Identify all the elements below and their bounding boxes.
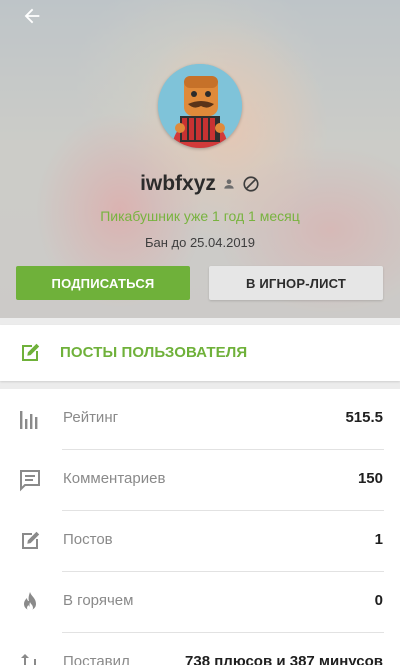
ban-status: Бан до 25.04.2019 [144,235,256,250]
block-icon [242,175,260,193]
bar-chart-icon [17,406,43,432]
membership-duration: Пикабушник уже 1 год 1 месяц [100,208,300,224]
edit-square-icon [17,528,43,554]
username-row: iwbfxyz [0,170,400,198]
subscribe-button[interactable]: ПОДПИСАТЬСЯ [16,266,190,300]
stat-value: 1 [374,531,383,548]
stat-value: 0 [374,592,383,609]
stat-value: 738 плюсов и 387 минусов [185,653,383,665]
stat-row-comments: Комментариев 150 [0,450,400,511]
user-icon [222,177,236,191]
stat-row-rating: Рейтинг 515.5 [0,389,400,450]
stat-label: Комментариев [63,470,166,487]
user-posts-label: ПОСТЫ ПОЛЬЗОВАТЕЛЯ [60,344,248,361]
back-button[interactable] [14,2,50,30]
stat-label: Постов [63,531,113,548]
ignore-list-button[interactable]: В ИГНОР-ЛИСТ [209,266,383,300]
avatar [158,64,242,148]
flame-icon [17,589,43,615]
stat-row-posts: Постов 1 [0,511,400,572]
swap-vertical-icon [17,650,43,665]
username: iwbfxyz [140,172,216,195]
stat-value: 515.5 [345,409,383,426]
stat-label: Рейтинг [63,409,119,426]
avatar-image [158,64,242,148]
stat-row-hot: В горячем 0 [0,572,400,633]
profile-header: iwbfxyz Пикабушник уже 1 год 1 месяц Бан… [0,0,400,318]
comment-icon [17,467,43,493]
stat-label: Поставил [63,653,130,665]
stat-label: В горячем [63,592,134,609]
arrow-left-icon [24,8,40,24]
edit-square-icon [18,341,42,370]
user-posts-link[interactable]: ПОСТЫ ПОЛЬЗОВАТЕЛЯ [0,325,400,381]
stat-row-votes: Поставил 738 плюсов и 387 минусов [0,633,400,665]
stats-list: Рейтинг 515.5 Комментариев 150 Постов 1 [0,389,400,665]
stat-value: 150 [357,470,383,487]
